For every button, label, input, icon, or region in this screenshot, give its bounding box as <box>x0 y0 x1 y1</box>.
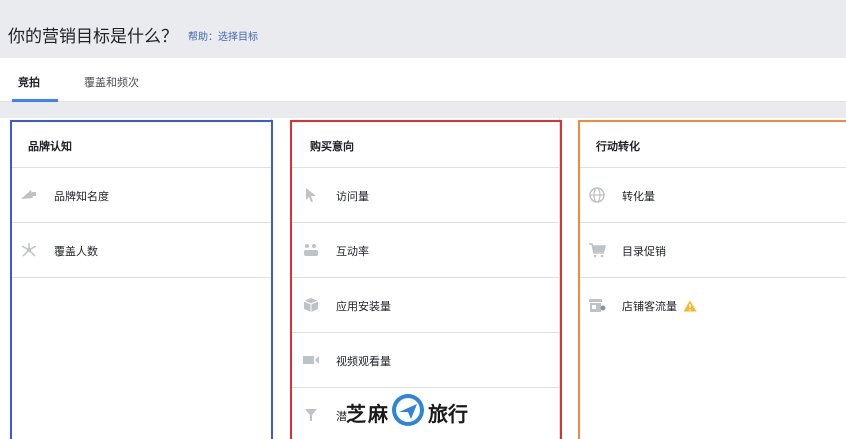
tab-bar: 竞拍 覆盖和频次 <box>0 58 846 102</box>
option-traffic[interactable]: 访问量 <box>292 168 559 223</box>
objective-columns: 品牌认知 品牌知名度 覆盖人数 购买意向 访问量 互动率 应用安装量 视频观看量… <box>0 118 846 439</box>
column-title: 行动转化 <box>578 118 846 168</box>
megaphone-icon <box>20 187 38 203</box>
column-brand-awareness: 品牌认知 品牌知名度 覆盖人数 <box>10 118 272 439</box>
store-icon <box>588 297 606 313</box>
help-link[interactable]: 帮助：选择目标 <box>188 28 258 43</box>
watermark-logo-icon <box>390 392 426 432</box>
watermark: 芝 麻 旅行 <box>346 392 468 432</box>
section-gap <box>0 102 846 118</box>
reach-icon <box>20 242 38 258</box>
option-label: 覆盖人数 <box>54 245 98 258</box>
engagement-icon <box>302 242 320 258</box>
option-label-text: 店铺客流量 <box>622 300 677 313</box>
warning-icon <box>683 300 697 315</box>
option-reach[interactable]: 覆盖人数 <box>10 223 271 278</box>
option-store-traffic[interactable]: 店铺客流量 <box>578 278 846 333</box>
option-engagement[interactable]: 互动率 <box>292 223 559 278</box>
option-label: 转化量 <box>622 190 655 203</box>
page-title: 你的营销目标是什么？ <box>8 27 178 47</box>
watermark-text-right: 旅行 <box>428 401 468 426</box>
globe-icon <box>588 187 606 203</box>
tab-reach-frequency[interactable]: 覆盖和频次 <box>84 74 139 90</box>
option-label: 访问量 <box>336 190 369 203</box>
option-brand-awareness[interactable]: 品牌知名度 <box>10 168 271 223</box>
column-title: 品牌认知 <box>10 118 271 168</box>
option-label: 目录促销 <box>622 245 666 258</box>
option-label: 品牌知名度 <box>54 190 109 203</box>
watermark-text-middle: 麻 <box>368 401 388 426</box>
filter-icon <box>302 407 320 423</box>
option-conversions[interactable]: 转化量 <box>578 168 846 223</box>
option-label: 视频观看量 <box>336 355 391 368</box>
column-consideration: 购买意向 访问量 互动率 应用安装量 视频观看量 潜 <box>292 118 560 439</box>
column-conversion: 行动转化 转化量 目录促销 店铺客流量 <box>578 118 846 439</box>
option-label: 应用安装量 <box>336 300 391 313</box>
video-camera-icon <box>302 352 320 368</box>
app-box-icon <box>302 297 320 313</box>
option-catalog-sales[interactable]: 目录促销 <box>578 223 846 278</box>
cursor-icon <box>302 187 320 203</box>
cart-icon <box>588 242 606 258</box>
tab-auction[interactable]: 竞拍 <box>18 74 40 90</box>
option-app-installs[interactable]: 应用安装量 <box>292 278 559 333</box>
watermark-text-left: 芝 <box>346 401 366 426</box>
page-header: 你的营销目标是什么？ 帮助：选择目标 <box>0 0 846 58</box>
option-label: 互动率 <box>336 245 369 258</box>
option-label: 店铺客流量 <box>622 298 697 315</box>
option-video-views[interactable]: 视频观看量 <box>292 333 559 388</box>
column-title: 购买意向 <box>292 118 559 168</box>
